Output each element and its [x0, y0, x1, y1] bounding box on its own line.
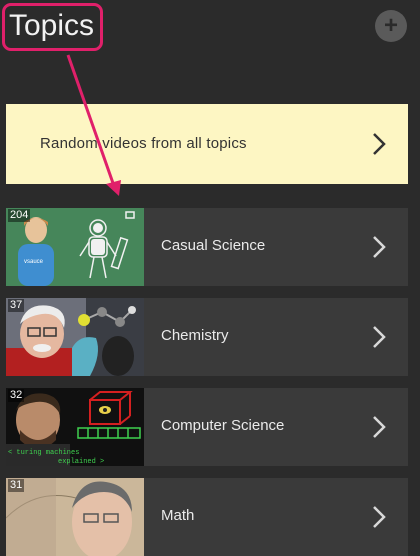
header: Topics + — [0, 0, 420, 60]
topic-row-math[interactable]: 31 Math — [6, 478, 408, 556]
chevron-right-icon — [373, 236, 386, 258]
random-videos-banner[interactable]: Random videos from all topics — [6, 104, 408, 184]
video-count-badge: 32 — [8, 389, 25, 402]
chevron-right-icon — [373, 133, 386, 155]
topic-thumbnail: 31 — [6, 478, 144, 556]
topic-row-chemistry[interactable]: 37 Chemistry — [6, 298, 408, 376]
plus-icon[interactable]: + — [375, 10, 407, 42]
chevron-right-icon — [373, 416, 386, 438]
topic-label: Chemistry — [161, 327, 229, 344]
topic-label: Computer Science — [161, 417, 285, 434]
chevron-right-icon — [373, 326, 386, 348]
video-count-badge: 31 — [8, 479, 25, 492]
topic-thumbnail: 37 — [6, 298, 144, 376]
topic-row-casual-science[interactable]: vsauce 204 Casual Science — [6, 208, 408, 286]
topic-thumbnail: < turing machines explained > 32 — [6, 388, 144, 466]
thumb-caption-line2: explained > — [58, 458, 104, 466]
chevron-right-icon — [373, 506, 386, 528]
topic-label: Math — [161, 507, 195, 524]
video-count-badge: 37 — [8, 299, 25, 312]
topic-row-computer-science[interactable]: < turing machines explained > 32 Compute… — [6, 388, 408, 466]
page-title: Topics — [2, 3, 104, 51]
video-count-badge: 204 — [8, 209, 31, 222]
topic-label: Casual Science — [161, 237, 266, 254]
thumb-caption-line1: < turing machines — [8, 449, 79, 457]
random-videos-label: Random videos from all topics — [40, 135, 247, 152]
svg-text:vsauce: vsauce — [24, 259, 44, 265]
topic-thumbnail: vsauce 204 — [6, 208, 144, 286]
